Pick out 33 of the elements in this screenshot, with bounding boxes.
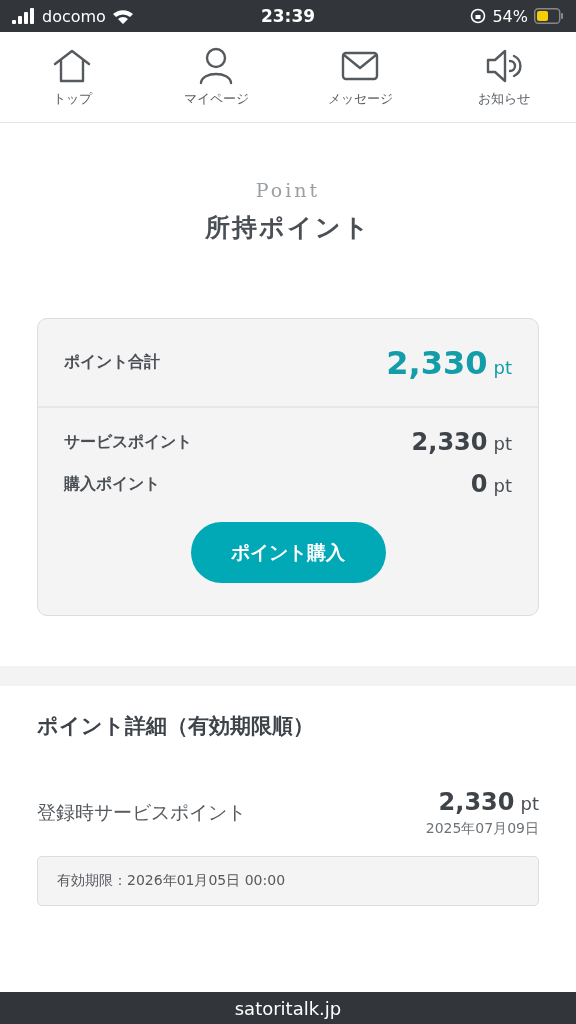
points-amount: 2,330 [411,428,488,456]
nav-tab[interactable]: お知らせ [432,32,576,122]
carrier-name: docomo [42,6,106,26]
mail-icon [341,51,379,81]
grant-date: 2025年07月09日 [425,820,539,838]
rotation-lock-icon [470,8,487,24]
section-eyebrow: Point [255,179,321,201]
points-amount: 0 [470,470,488,498]
nav-tab[interactable]: トップ [0,32,144,122]
unit-label: pt [520,793,539,814]
section-title: ポイント詳細（有効期限順） [37,713,315,740]
points-label: サービスポイント [64,431,192,453]
total-label: ポイント合計 [64,352,160,373]
unit-label: pt [493,433,512,454]
signal-icon [12,8,36,24]
points-source-label: 登録時サービスポイント [37,800,246,825]
total-amount: 2,330 [386,343,488,382]
unit-label: pt [493,475,512,496]
battery-percent: 54% [492,6,528,26]
site-domain: satoritalk.jp [0,992,576,1024]
nav-tab[interactable]: マイページ [144,32,288,122]
user-icon [199,47,233,85]
nav-tab[interactable]: メッセージ [288,32,432,122]
points-label: 購入ポイント [64,473,160,495]
speaker-icon [485,48,523,84]
home-icon [53,49,91,83]
page-title: 所持ポイント [205,212,371,244]
wifi-icon [111,8,134,24]
clock-time: 23:39 [260,6,316,26]
unit-label: pt [493,356,512,378]
points-amount: 2,330 [438,788,515,816]
expiry-note: 有効期限：2026年01月05日 00:00 [37,856,539,906]
battery-icon [534,8,564,24]
